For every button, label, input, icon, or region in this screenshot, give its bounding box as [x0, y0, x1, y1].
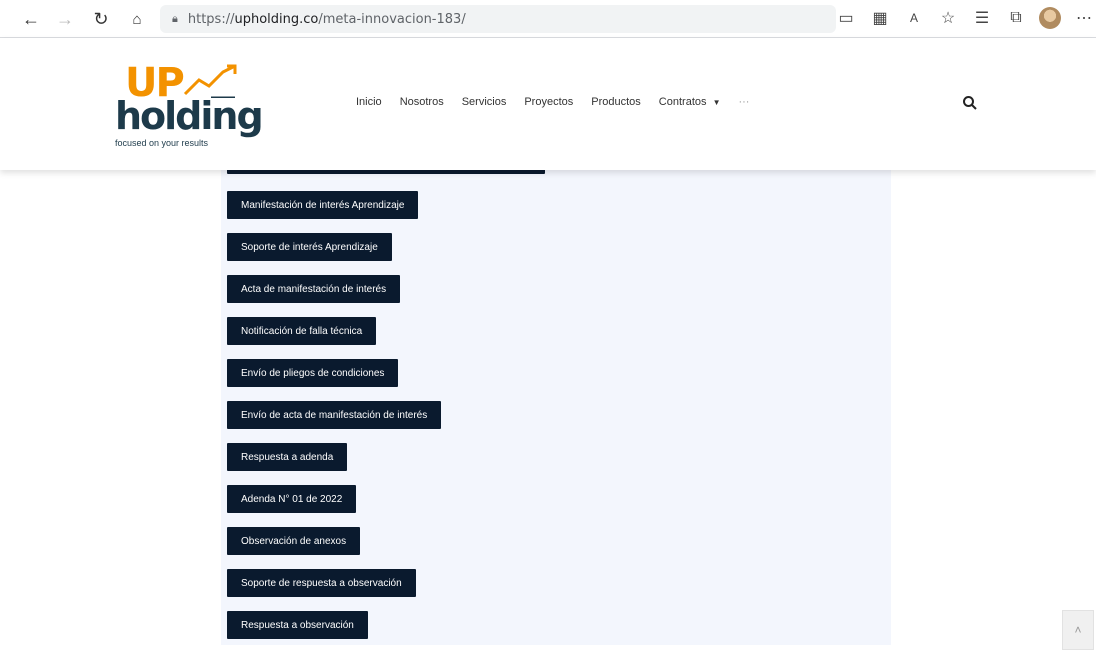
- site-header: UP holding focused on your results Inici…: [0, 38, 1096, 170]
- chevron-up-icon: ˄: [1074, 623, 1082, 637]
- nav-servicios[interactable]: Servicios: [462, 96, 507, 108]
- search-icon[interactable]: [962, 95, 978, 111]
- favorite-star-icon[interactable]: ☆: [936, 6, 960, 30]
- document-button[interactable]: Envío de acta de manifestación de interé…: [227, 401, 442, 429]
- browser-actions: ▭ ▦ A ☆ ☰ ⧉ ⋯: [834, 6, 1096, 30]
- document-button[interactable]: Acta de manifestación de interés: [227, 275, 401, 303]
- document-button[interactable]: Respuesta a observación: [227, 611, 368, 639]
- more-options-icon[interactable]: ⋯: [1072, 6, 1096, 30]
- browser-toolbar: ← → ↻ ⌂ 🔒︎ https://upholding.co/meta-inn…: [0, 0, 1096, 38]
- app-mode-icon[interactable]: ▭: [834, 6, 858, 30]
- nav-more[interactable]: ···: [738, 96, 749, 108]
- nav-productos[interactable]: Productos: [591, 96, 641, 108]
- scroll-to-top-button[interactable]: ˄: [1062, 610, 1094, 650]
- document-button[interactable]: Observación de anexos: [227, 527, 361, 555]
- upholding-logo[interactable]: UP holding focused on your results: [115, 60, 264, 150]
- nav-proyectos[interactable]: Proyectos: [524, 96, 573, 108]
- collections-icon[interactable]: ⧉: [1004, 6, 1028, 30]
- chevron-down-icon: ▼: [712, 98, 721, 107]
- nav-nosotros[interactable]: Nosotros: [400, 96, 444, 108]
- logo-holding: holding: [115, 94, 264, 138]
- nav-inicio[interactable]: Inicio: [356, 96, 382, 108]
- favorites-list-icon[interactable]: ☰: [970, 6, 994, 30]
- forward-icon[interactable]: →: [52, 6, 78, 32]
- logo-growth-chart-icon: [183, 64, 237, 98]
- document-button[interactable]: Respuesta a adenda: [227, 443, 348, 471]
- url-prefix: https://: [187, 11, 235, 27]
- document-button[interactable]: Envío de pliegos de condiciones: [227, 359, 399, 387]
- document-button[interactable]: Manifestación de interés Aprendizaje: [227, 191, 419, 219]
- document-button[interactable]: Soporte de respuesta a observación: [227, 569, 416, 597]
- url-path: /meta-innovacion-183/: [318, 11, 466, 27]
- back-icon[interactable]: ←: [18, 6, 44, 32]
- document-button[interactable]: Adenda N° 01 de 2022: [227, 485, 357, 513]
- nav-contratos[interactable]: Contratos ▼: [659, 96, 721, 108]
- logo-tagline: focused on your results: [115, 138, 209, 148]
- main-navigation: Inicio Nosotros Servicios Proyectos Prod…: [356, 96, 749, 108]
- lock-icon: 🔒︎: [172, 12, 178, 25]
- refresh-icon[interactable]: ↻: [88, 6, 114, 32]
- address-bar[interactable]: 🔒︎ https://upholding.co/meta-innovacion-…: [160, 5, 836, 33]
- read-aloud-icon[interactable]: A: [902, 6, 926, 30]
- document-button[interactable]: Soporte de interés Aprendizaje: [227, 233, 392, 261]
- url-host: upholding.co: [234, 11, 319, 27]
- nav-contratos-label: Contratos: [658, 96, 707, 108]
- home-icon[interactable]: ⌂: [124, 6, 150, 32]
- document-button[interactable]: Notificación de falla técnica: [227, 317, 377, 345]
- qr-icon[interactable]: ▦: [868, 6, 892, 30]
- profile-avatar[interactable]: [1038, 6, 1062, 30]
